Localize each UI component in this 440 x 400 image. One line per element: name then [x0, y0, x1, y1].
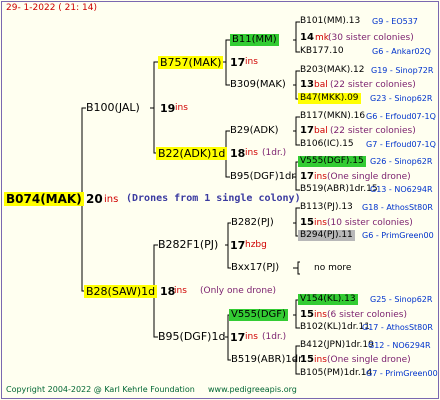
l4-b294[interactable]: B294(PJ).11: [298, 230, 355, 241]
l2-node-3[interactable]: B282F1(PJ): [158, 239, 218, 250]
l3-node-6-no-more: no more: [314, 263, 352, 273]
l3-node-7-sub: (6 sister colonies): [327, 310, 408, 320]
l2-node-4-score: 17: [230, 331, 246, 344]
l3-node-3-score: 17: [300, 125, 314, 136]
l2-node-4-note: (1dr.): [262, 332, 287, 342]
l4-v555[interactable]: V555(DGF).15: [298, 156, 366, 167]
l3-node-5-score: 15: [300, 217, 314, 228]
l3-node-8-sub: (One single drone): [327, 355, 411, 365]
l4-b106-tag: G7 - Erfoud07-1Q: [366, 140, 436, 149]
l2-node-3-score: 17: [230, 239, 246, 252]
l2-node-1-score: 17: [230, 56, 246, 69]
root-score: 20: [86, 192, 103, 206]
l3-node-6[interactable]: Bxx17(PJ): [231, 263, 279, 273]
l1-father[interactable]: B100(JAL): [86, 102, 140, 113]
l4-b203-tag: G19 - Sinop72R: [371, 66, 434, 75]
footer-copyright: Copyright 2004-2022 @ Karl Kehrle Founda…: [6, 385, 195, 394]
l3-node-4-score: 17: [300, 171, 314, 182]
l4-b519[interactable]: B519(ABR)1dr.15: [300, 185, 378, 194]
l1-mother[interactable]: B28(SAW)1d: [84, 285, 158, 298]
l3-node-4[interactable]: B95(DGF)1dr: [230, 172, 295, 182]
l2-node-3-ins: hzbg: [245, 240, 267, 250]
l3-node-8[interactable]: B519(ABR)1dr: [231, 355, 302, 365]
l3-node-5[interactable]: B282(PJ): [231, 218, 274, 228]
generation-date: 29- 1-2022 ( 21: 14): [6, 3, 97, 13]
l4-b47[interactable]: B47(MKK).09: [298, 93, 361, 104]
root-ins: ins: [104, 194, 119, 205]
l2-node-2-ins: ins: [245, 148, 258, 158]
l4-b101-tag: G9 - EO537: [372, 17, 418, 26]
l4-b113-tag: G18 - AthosSt80R: [362, 203, 433, 212]
l3-node-4-ins: ins: [314, 172, 327, 182]
l2-node-2[interactable]: B22(ADK)1d: [156, 147, 228, 160]
l3-node-5-sub: (10 sister colonies): [327, 218, 413, 228]
l4-b294-tag: G6 - PrimGreen00: [362, 231, 434, 240]
l4-b412-tag: G12 - NO6294R: [368, 341, 431, 350]
l2-node-4[interactable]: B95(DGF)1d: [158, 331, 225, 342]
l3-node-4-sub: (One single drone): [327, 172, 411, 182]
l2-node-1[interactable]: B757(MAK): [158, 56, 224, 69]
l4-b102-tag: G17 - AthosSt80R: [362, 323, 433, 332]
l4-kb177-tag: G6 - Ankar02Q: [372, 47, 431, 56]
l2-node-1-ins: ins: [245, 57, 258, 67]
l4-b102[interactable]: B102(KL)1dr.11: [300, 323, 370, 332]
l2-node-2-note: (1dr.): [262, 148, 287, 158]
l3-node-7[interactable]: V555(DGF): [229, 309, 288, 321]
l4-kb177[interactable]: KB177.10: [300, 47, 344, 56]
l3-node-1[interactable]: B11(MM): [230, 34, 279, 46]
l3-node-8-ins: ins: [314, 355, 327, 365]
l3-node-2-score: 13: [300, 79, 314, 90]
l1-mother-note: (Only one drone): [200, 286, 277, 296]
l4-b117-tag: G6 - Erfoud07-1Q: [366, 112, 436, 121]
l3-node-2-sub: (22 sister colonies): [330, 80, 416, 90]
l4-v154-tag: G25 - Sinop62R: [370, 295, 433, 304]
l4-v555-tag: G26 - Sinop62R: [370, 157, 433, 166]
l4-b105-tag: G7 - PrimGreen00: [366, 369, 438, 378]
l4-b113[interactable]: B113(PJ).13: [300, 203, 353, 212]
l1-mother-ins: ins: [174, 286, 187, 296]
l3-node-3[interactable]: B29(ADK): [230, 126, 279, 136]
l3-node-2-ins: bal: [314, 80, 328, 90]
l1-father-score: 19: [160, 102, 176, 115]
l1-father-ins: ins: [175, 103, 188, 113]
l3-node-1-score: 14: [300, 32, 314, 43]
root-queen[interactable]: B074(MAK): [4, 192, 84, 206]
l3-node-1-sub: (30 sister colonies): [328, 33, 414, 43]
l3-node-7-score: 15: [300, 309, 314, 320]
l4-b203[interactable]: B203(MAK).12: [300, 66, 365, 75]
footer-url[interactable]: www.pedigreeapis.org: [208, 386, 297, 394]
l3-node-1-ins: mk: [315, 33, 329, 43]
l4-b101[interactable]: B101(MM).13: [300, 17, 360, 26]
l2-node-2-score: 18: [230, 147, 246, 160]
l4-b412[interactable]: B412(JPN)1dr.19: [300, 341, 374, 350]
l3-node-7-ins: ins: [314, 310, 327, 320]
l3-node-8-score: 15: [300, 354, 314, 365]
l3-node-5-ins: ins: [314, 218, 327, 228]
l3-node-3-ins: bal: [314, 126, 328, 136]
root-drones-note: (Drones from 1 single colony): [126, 193, 301, 204]
l3-node-2[interactable]: B309(MAK): [230, 80, 286, 90]
l4-b105[interactable]: B105(PM)1dr.14: [300, 369, 372, 378]
l2-node-4-ins: ins: [245, 332, 258, 342]
l4-b47-tag: G23 - Sinop62R: [370, 94, 433, 103]
l4-v154[interactable]: V154(KL).13: [298, 294, 358, 305]
l4-b117[interactable]: B117(MKN).16: [300, 112, 365, 121]
l4-b519-tag: G13 - NO6294R: [370, 185, 433, 194]
l4-b106[interactable]: B106(IC).15: [300, 140, 354, 149]
l3-node-3-sub: (22 sister colonies): [330, 126, 416, 136]
